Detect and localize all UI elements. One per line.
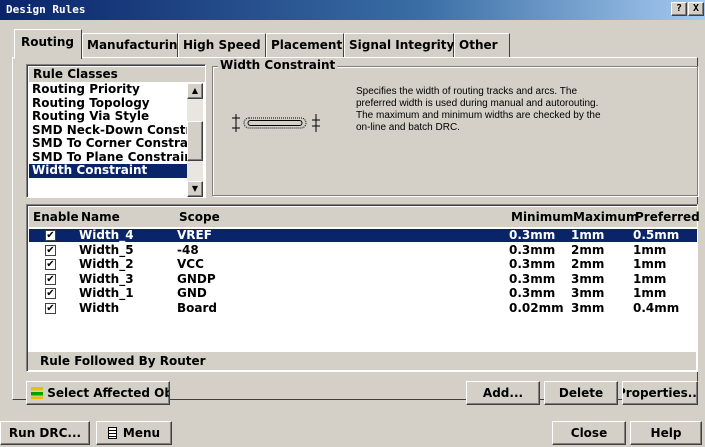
table-row[interactable]: ✔ Width_1 GND 0.3mm 3mm 1mm (29, 287, 697, 300)
run-drc-button[interactable]: Run DRC... (0, 421, 90, 445)
cell-name: Width_3 (79, 271, 134, 286)
add-button[interactable]: Add... (466, 381, 540, 405)
close-button[interactable]: Close (552, 421, 626, 445)
col-maximum[interactable]: Maximum (573, 210, 638, 224)
cell-pref: 1mm (633, 271, 667, 286)
cell-max: 2mm (571, 257, 605, 271)
cell-max: 3mm (571, 300, 605, 315)
table-row[interactable]: ✔ Width_4 VREF 0.3mm 1mm 0.5mm (29, 229, 697, 242)
scroll-down-icon[interactable]: ▼ (187, 181, 203, 197)
cell-name: Width_1 (79, 286, 134, 300)
rule-class-item[interactable]: SMD Neck-Down Constra (29, 124, 187, 138)
scroll-up-icon[interactable]: ▲ (187, 83, 203, 99)
width-constraint-description: Specifies the width of routing tracks an… (356, 86, 601, 133)
cell-min: 0.3mm (509, 271, 556, 286)
properties-button[interactable]: Properties... (622, 381, 698, 405)
table-header: Enable Name Scope Minimum Maximum Prefer… (29, 207, 700, 227)
rule-class-item-selected[interactable]: Width Constraint (29, 164, 187, 178)
enable-checkbox[interactable]: ✔ (45, 273, 56, 285)
enable-checkbox[interactable]: ✔ (45, 259, 56, 270)
cell-scope: Board (177, 300, 217, 315)
tab-manufacturing[interactable]: Manufacturing (82, 33, 186, 57)
cell-name: Width (79, 300, 120, 315)
window-title: Design Rules (6, 3, 86, 16)
cell-pref: 1mm (633, 286, 667, 300)
cell-min: 0.3mm (509, 286, 556, 300)
width-constraint-title: Width Constraint (218, 58, 338, 72)
select-objects-icon (31, 387, 43, 399)
tab-high-speed[interactable]: High Speed (178, 33, 266, 57)
delete-button[interactable]: Delete (544, 381, 618, 405)
track-width-icon (228, 108, 328, 141)
close-title-button[interactable]: X (688, 2, 704, 16)
tab-other[interactable]: Other (454, 33, 510, 57)
cell-min: 0.3mm (509, 257, 556, 271)
cell-max: 3mm (571, 271, 605, 286)
cell-min: 0.3mm (509, 242, 556, 257)
col-preferred[interactable]: Preferred (635, 210, 700, 224)
table-row[interactable]: ✔ Width_5 -48 0.3mm 2mm 1mm (29, 242, 697, 257)
cell-name: Width_2 (79, 257, 134, 271)
rule-class-item[interactable]: SMD To Corner Constrai (29, 137, 187, 151)
cell-pref: 1mm (633, 242, 667, 257)
rules-table: Enable Name Scope Minimum Maximum Prefer… (26, 204, 700, 372)
menu-icon (107, 427, 117, 439)
col-name[interactable]: Name (81, 210, 120, 224)
scroll-thumb[interactable] (187, 121, 203, 161)
cell-pref: 0.4mm (633, 300, 680, 315)
col-scope[interactable]: Scope (179, 210, 220, 224)
title-bar: Design Rules ? X (0, 0, 705, 20)
table-row[interactable]: ✔ Width_3 GNDP 0.3mm 3mm 1mm (29, 271, 697, 286)
cell-min: 0.02mm (509, 300, 564, 315)
help-title-button[interactable]: ? (671, 2, 687, 16)
col-enable[interactable]: Enable (33, 210, 79, 224)
rule-class-item[interactable]: SMD To Plane Constrain (29, 151, 187, 165)
cell-scope: -48 (177, 242, 199, 257)
cell-pref: 0.5mm (633, 228, 680, 242)
cell-scope: VCC (177, 257, 204, 271)
rule-classes-scrollbar[interactable]: ▲ ▼ (187, 83, 203, 197)
menu-button[interactable]: Menu (96, 421, 172, 445)
enable-checkbox[interactable]: ✔ (45, 288, 56, 299)
cell-max: 2mm (571, 242, 605, 257)
cell-max: 1mm (571, 228, 605, 242)
tab-routing[interactable]: Routing (14, 29, 82, 59)
rule-followed-by-router: Rule Followed By Router (28, 352, 696, 370)
rule-classes-list: Rule Classes Routing Priority Routing To… (26, 64, 206, 198)
rule-classes-items: Routing Priority Routing Topology Routin… (29, 83, 187, 197)
enable-checkbox[interactable]: ✔ (45, 302, 56, 314)
cell-max: 3mm (571, 286, 605, 300)
table-row[interactable]: ✔ Width Board 0.02mm 3mm 0.4mm (29, 300, 697, 315)
rule-class-item[interactable]: Routing Priority (29, 83, 187, 97)
rule-classes-header: Rule Classes (29, 67, 205, 82)
cell-pref: 1mm (633, 257, 667, 271)
tab-placement[interactable]: Placement (266, 33, 344, 57)
table-row[interactable]: ✔ Width_2 VCC 0.3mm 2mm 1mm (29, 258, 697, 271)
cell-name: Width_5 (79, 242, 134, 257)
help-button[interactable]: Help (630, 421, 702, 445)
enable-checkbox[interactable]: ✔ (45, 244, 56, 256)
rule-class-item[interactable]: Routing Via Style (29, 110, 187, 124)
cell-min: 0.3mm (509, 228, 556, 242)
col-minimum[interactable]: Minimum (511, 210, 573, 224)
rule-class-item[interactable]: Routing Topology (29, 97, 187, 111)
select-affected-objects-button[interactable]: Select Affected Ob (26, 381, 170, 405)
cell-scope: VREF (177, 228, 212, 242)
enable-checkbox[interactable]: ✔ (45, 230, 56, 241)
cell-scope: GND (177, 286, 207, 300)
cell-scope: GNDP (177, 271, 216, 286)
cell-name: Width_4 (79, 228, 134, 242)
tab-signal-integrity[interactable]: Signal Integrity (344, 33, 454, 57)
